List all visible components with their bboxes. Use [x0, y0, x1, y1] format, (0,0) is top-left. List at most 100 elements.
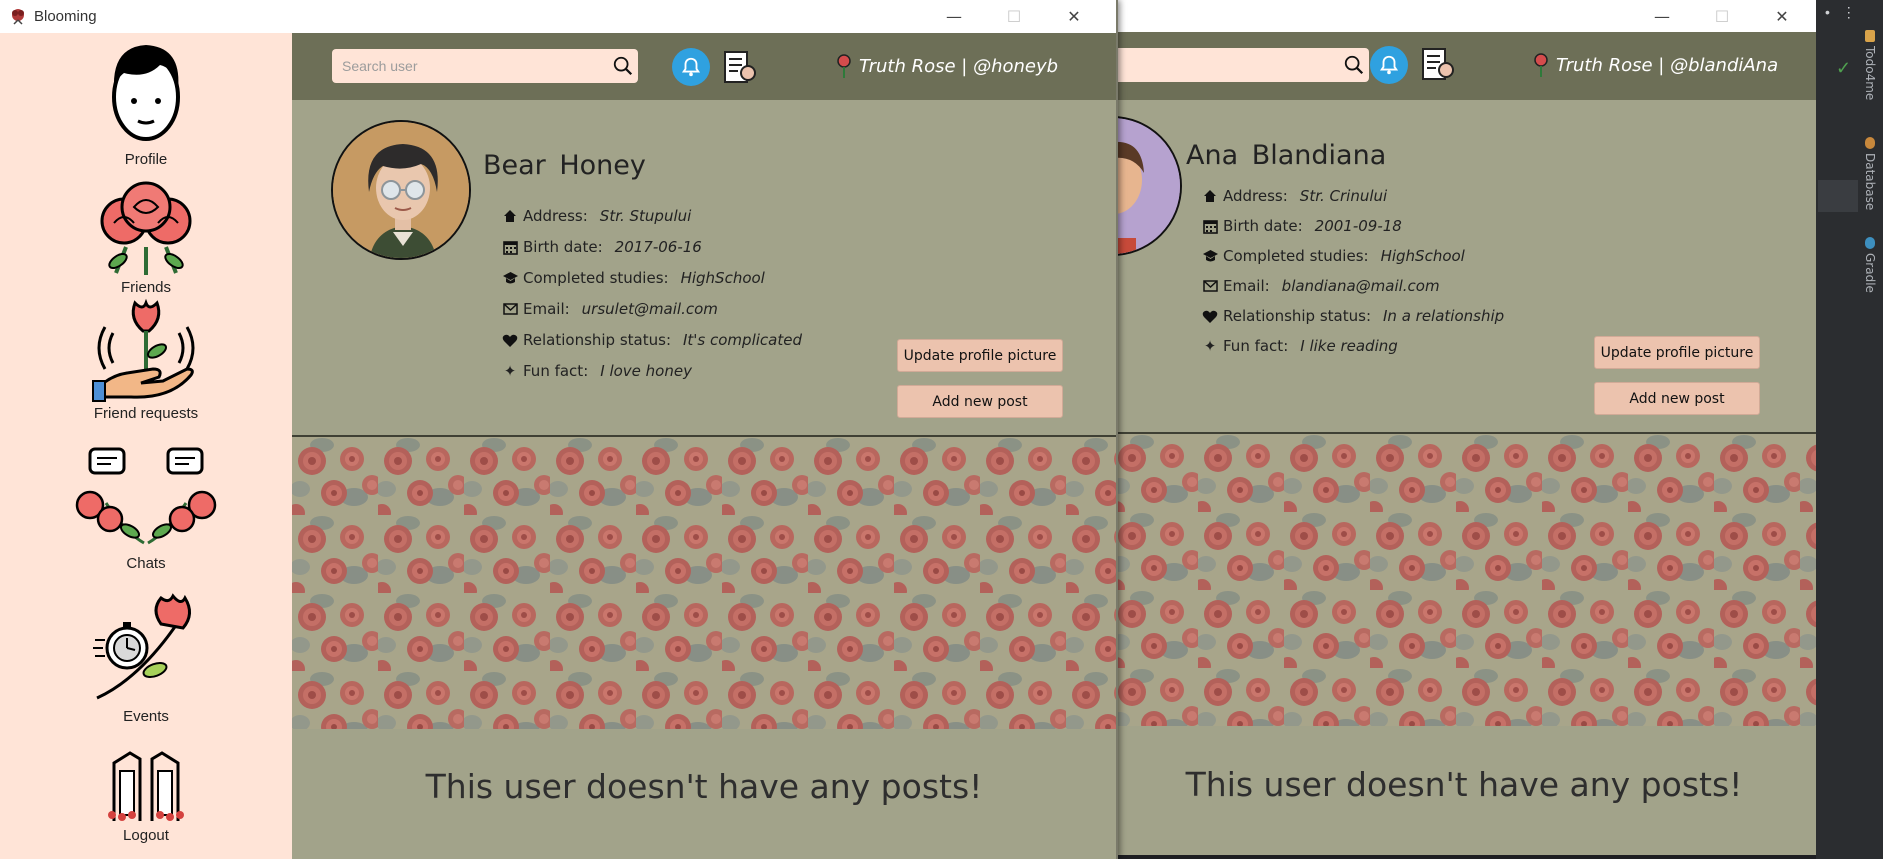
- sidebar-item-label: Logout: [123, 827, 169, 844]
- search-input[interactable]: [1122, 48, 1372, 82]
- field-label: Completed studies:: [523, 269, 669, 287]
- hearts-icon: [1202, 308, 1218, 324]
- home-icon: [502, 208, 518, 224]
- field-label: Relationship status:: [523, 331, 671, 349]
- no-posts-message: This user doesn't have any posts!: [1185, 765, 1743, 804]
- birth-date-row: Birth date: 2017-06-16: [502, 238, 702, 256]
- close-button[interactable]: ✕: [1044, 0, 1104, 33]
- sidebar-item-profile[interactable]: Profile: [0, 39, 292, 168]
- gradle-icon: [1865, 237, 1875, 249]
- sidebar-item-label: Chats: [126, 555, 166, 572]
- relationship-value: It's complicated: [683, 331, 802, 349]
- notifications-button[interactable]: [1370, 46, 1408, 84]
- rose-in-hand-icon: [92, 298, 195, 402]
- more-icon[interactable]: • ⋮: [1825, 4, 1860, 21]
- sparkles-icon: ✦: [503, 362, 517, 380]
- sidebar-item-label: Friend requests: [93, 405, 199, 422]
- maximize-button[interactable]: ☐: [1692, 0, 1752, 33]
- update-profile-picture-button[interactable]: Update profile picture: [1594, 336, 1760, 369]
- mail-icon: [502, 301, 518, 317]
- door-icon: [108, 751, 184, 821]
- add-new-post-button[interactable]: Add new post: [897, 385, 1063, 418]
- studies-row: Completed studies: HighSchool: [1202, 247, 1465, 265]
- notifications-button[interactable]: [672, 48, 710, 86]
- blooming-window[interactable]: Blooming — ☐ ✕ Profile Friends Friend re…: [0, 0, 1118, 859]
- birth-date-row: Birth date: 2001-09-18: [1202, 217, 1402, 235]
- field-label: Birth date:: [523, 238, 603, 256]
- sidebar-item-friend-requests[interactable]: Friend requests: [0, 293, 292, 422]
- home-icon: [1202, 188, 1218, 204]
- close-button[interactable]: ✕: [1752, 0, 1812, 33]
- sidebar-item-events[interactable]: Events: [0, 588, 292, 725]
- user-label-text: Truth Rose | @honeyb: [859, 55, 1059, 77]
- search-box[interactable]: [332, 49, 638, 83]
- ide-panel-gradle[interactable]: Gradle: [1860, 237, 1880, 293]
- rose-icon: [1534, 53, 1548, 77]
- sidebar-item-chats[interactable]: Chats: [0, 443, 292, 572]
- search-box[interactable]: [1112, 48, 1372, 82]
- email-value: blandiana@mail.com: [1281, 277, 1440, 295]
- profile-picture: [1112, 116, 1182, 256]
- stopwatch-rose-icon: [93, 593, 191, 700]
- mail-icon: [1202, 278, 1218, 294]
- relationship-row: Relationship status: It's complicated: [502, 331, 802, 349]
- title-bar[interactable]: — ☐ ✕: [1112, 0, 1816, 32]
- relationship-row: Relationship status: In a relationship: [1202, 307, 1504, 325]
- studies-value: HighSchool: [1380, 247, 1465, 265]
- blooming-window-background[interactable]: — ☐ ✕ Truth Rose | @blandiAna Ana Blandi…: [1112, 0, 1816, 855]
- database-icon: [1865, 137, 1875, 149]
- maximize-button[interactable]: ☐: [984, 0, 1044, 33]
- update-profile-picture-button[interactable]: Update profile picture: [897, 339, 1063, 372]
- field-label: Birth date:: [1223, 217, 1303, 235]
- sidebar-item-logout[interactable]: Logout: [0, 745, 292, 844]
- address-row: Address: Str. Stupului: [502, 207, 691, 225]
- sidebar-item-label: Events: [123, 708, 169, 725]
- top-bar: Truth Rose | @honeyb: [292, 33, 1116, 100]
- avatar-image: [1112, 118, 1180, 254]
- graduation-cap-icon: [502, 270, 518, 286]
- field-label: Address:: [1223, 187, 1288, 205]
- ide-panel-database[interactable]: Database: [1860, 137, 1880, 210]
- rose-icon: [837, 54, 851, 78]
- app-icon: [12, 9, 24, 25]
- user-label-text: Truth Rose | @blandiAna: [1556, 54, 1779, 76]
- sidebar-item-friends[interactable]: Friends: [0, 177, 292, 296]
- hearts-icon: [502, 332, 518, 348]
- graduation-cap-icon: [1202, 248, 1218, 264]
- window-title: Blooming: [34, 8, 97, 25]
- rose-bouquet-icon: [100, 181, 192, 275]
- address-value: Str. Stupului: [599, 207, 692, 225]
- birth-date-value: 2001-09-18: [1314, 217, 1402, 235]
- notes-icon[interactable]: [1420, 46, 1454, 82]
- search-icon[interactable]: [1343, 54, 1365, 76]
- minimize-button[interactable]: —: [924, 0, 984, 33]
- fun-fact-value: I love honey: [600, 362, 692, 380]
- field-label: Email:: [523, 300, 570, 318]
- notes-icon[interactable]: [722, 49, 756, 85]
- search-icon[interactable]: [612, 55, 634, 77]
- field-label: Address:: [523, 207, 588, 225]
- add-new-post-button[interactable]: Add new post: [1594, 382, 1760, 415]
- email-row: Email: ursulet@mail.com: [502, 300, 718, 318]
- ide-panel-label: Todo4me: [1863, 46, 1877, 101]
- relationship-value: In a relationship: [1383, 307, 1505, 325]
- ide-panel-todo4me[interactable]: Todo4me: [1860, 30, 1880, 100]
- fun-fact-row: ✦ Fun fact: I like reading: [1202, 337, 1398, 355]
- check-icon: ✓: [1836, 58, 1852, 78]
- field-label: Relationship status:: [1223, 307, 1371, 325]
- current-user-label: Truth Rose | @blandiAna: [1532, 52, 1778, 78]
- profile-name: Ana Blandiana: [1186, 140, 1387, 171]
- email-value: ursulet@mail.com: [581, 300, 718, 318]
- todo-icon: [1865, 30, 1875, 42]
- minimize-button[interactable]: —: [1632, 0, 1692, 33]
- top-bar: Truth Rose | @blandiAna: [1112, 32, 1816, 100]
- ide-panel-label: Gradle: [1863, 253, 1877, 293]
- calendar-icon: [502, 239, 518, 255]
- title-bar[interactable]: Blooming — ☐ ✕: [0, 0, 1116, 33]
- sidebar: Profile Friends Friend requests Chats Ev…: [0, 33, 292, 859]
- fun-fact-row: ✦ Fun fact: I love honey: [502, 362, 692, 380]
- roses-pattern: [1112, 434, 1816, 726]
- search-input[interactable]: [342, 49, 592, 83]
- studies-row: Completed studies: HighSchool: [502, 269, 765, 287]
- cover-image: [292, 437, 1116, 729]
